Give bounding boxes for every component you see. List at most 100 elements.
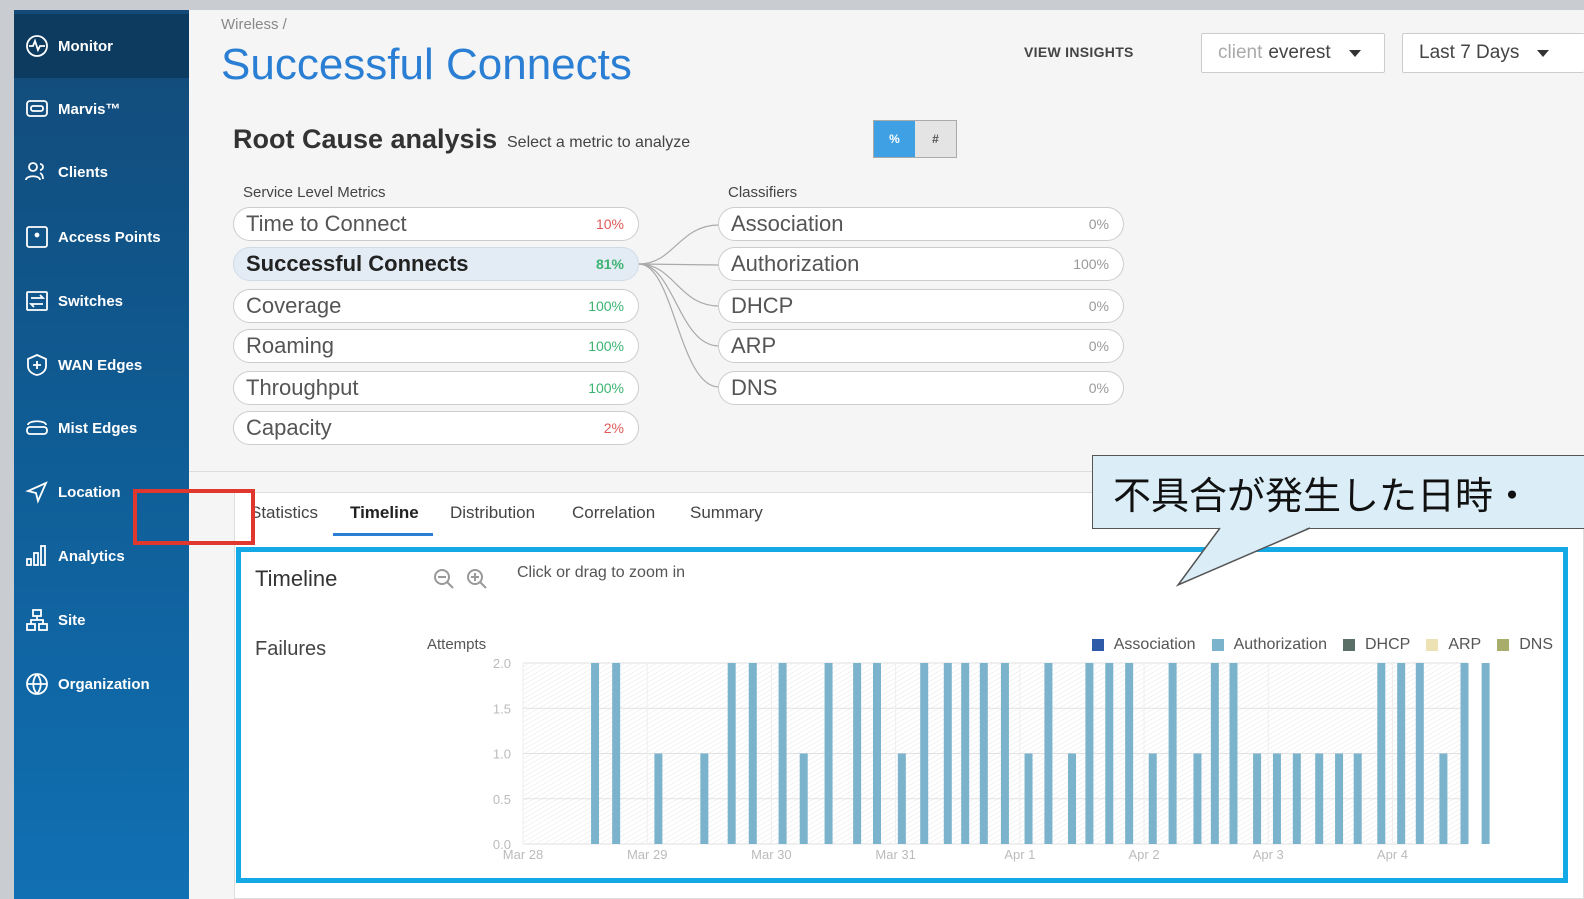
percent-toggle[interactable]: % <box>874 121 915 157</box>
sidebar-item-access-points[interactable]: Access Points <box>14 205 189 269</box>
legend-swatch <box>1091 639 1104 651</box>
classifier-dhcp[interactable]: DHCP 0% <box>718 289 1124 323</box>
chart-bar <box>1148 753 1157 844</box>
sidebar-item-clients[interactable]: Clients <box>14 140 189 204</box>
chart-bar <box>1105 663 1114 844</box>
metric-connector-lines <box>638 224 720 388</box>
sidebar: Monitor Marvis™ Clients Access Points Switch… <box>14 10 189 899</box>
chart-bar <box>824 663 833 844</box>
sidebar-item-monitor[interactable]: Monitor <box>14 14 189 78</box>
timeline-chart[interactable]: 0.00.51.01.52.0Mar 28 Mar 29 Mar 30 Mar 31 A… <box>241 552 1563 878</box>
x-tick-label: Apr 4 <box>1377 847 1408 862</box>
metric-successful-connects[interactable]: Successful Connects 81% <box>233 247 639 281</box>
metric-label: Capacity <box>246 415 332 440</box>
legend-swatch <box>1342 639 1355 651</box>
x-tick-label: Apr 1 <box>1004 847 1035 862</box>
chart-bar <box>897 753 906 844</box>
chart-bar <box>1272 753 1281 844</box>
failures-label: Failures <box>255 638 327 660</box>
classifier-dns[interactable]: DNS 0% <box>718 371 1124 405</box>
legend-item-dhcp[interactable]: DHCP <box>1342 636 1411 654</box>
sidebar-item-organization[interactable]: Organization <box>14 652 189 716</box>
chart-bar <box>1415 663 1424 844</box>
sidebar-item-wan-edges[interactable]: WAN Edges <box>14 333 189 397</box>
classifier-value: 0% <box>1088 380 1109 396</box>
count-toggle[interactable]: # <box>915 121 956 157</box>
sidebar-item-site[interactable]: Site <box>14 588 189 652</box>
tab-timeline[interactable]: Timeline <box>350 503 419 523</box>
sidebar-item-label: Location <box>58 483 121 501</box>
tab-summary[interactable]: Summary <box>690 503 763 523</box>
site-icon <box>24 607 50 633</box>
y-tick-label: 1.0 <box>493 747 511 762</box>
client-value: everest <box>1268 42 1331 63</box>
zoom-out-icon[interactable] <box>433 568 455 590</box>
chart-bar <box>1292 753 1301 844</box>
slm-label: Service Level Metrics <box>243 184 386 201</box>
window-left-frame <box>0 0 14 899</box>
classifier-arp[interactable]: ARP 0% <box>718 329 1124 363</box>
chart-bar <box>920 663 929 844</box>
metric-roaming[interactable]: Roaming 100% <box>233 329 639 363</box>
chart-bar <box>1353 753 1362 844</box>
chart-bar <box>1024 753 1033 844</box>
unit-toggle: % # <box>873 120 957 158</box>
chart-bar <box>1253 753 1262 844</box>
metric-coverage[interactable]: Coverage 100% <box>233 289 639 323</box>
sidebar-item-label: Monitor <box>58 37 113 55</box>
x-tick-label: Mar 30 <box>751 847 791 862</box>
chart-bar <box>1125 663 1134 844</box>
zoom-in-icon[interactable] <box>466 568 488 590</box>
metric-capacity[interactable]: Capacity 2% <box>233 411 639 445</box>
chart-bar <box>873 663 881 844</box>
sidebar-item-label: Marvis™ <box>58 100 121 118</box>
metric-value: 100% <box>588 338 624 354</box>
legend-item-dns[interactable]: DNS <box>1497 636 1553 654</box>
rca-subtitle: Select a metric to analyze <box>507 134 691 151</box>
chart-bar <box>943 663 952 844</box>
legend-item-association[interactable]: Association <box>1091 636 1196 654</box>
view-insights-link[interactable]: VIEW INSIGHTS <box>1024 44 1134 60</box>
chart-bar <box>1044 663 1053 844</box>
active-tab-indicator <box>333 533 433 536</box>
legend-item-authorization[interactable]: Authorization <box>1211 636 1327 654</box>
breadcrumb[interactable]: Wireless / <box>221 16 287 33</box>
classifier-association[interactable]: Association 0% <box>718 207 1124 241</box>
classifier-authorization[interactable]: Authorization 100% <box>718 247 1124 281</box>
classifier-label: Authorization <box>731 251 860 276</box>
legend-label: DHCP <box>1364 636 1411 653</box>
tab-highlight-box <box>133 489 255 545</box>
legend-item-arp[interactable]: ARP <box>1426 636 1481 654</box>
chart-legend: Association Authorization DHCP ARP DNS <box>1076 636 1553 654</box>
metric-value: 100% <box>588 380 624 396</box>
switch-icon <box>24 288 50 314</box>
metric-value: 81% <box>595 256 624 272</box>
wan-edge-icon <box>24 352 50 378</box>
metric-throughput[interactable]: Throughput 100% <box>233 371 639 405</box>
x-tick-label: Mar 29 <box>627 847 667 862</box>
time-range-dropdown[interactable]: Last 7 Days <box>1402 33 1584 73</box>
tab-correlation[interactable]: Correlation <box>572 503 655 523</box>
sidebar-item-label: Site <box>58 611 86 629</box>
chart-bar <box>1229 663 1238 844</box>
classifier-label: Association <box>731 211 844 236</box>
tab-distribution[interactable]: Distribution <box>450 503 535 523</box>
metric-time-to-connect[interactable]: Time to Connect 10% <box>233 207 639 241</box>
organization-icon <box>24 671 50 697</box>
y-axis-title: Attempts <box>427 636 487 653</box>
clients-icon <box>24 159 50 185</box>
chart-bar <box>1397 663 1406 844</box>
legend-label: Authorization <box>1233 636 1327 653</box>
chart-bar <box>700 753 709 844</box>
page-title: Successful Connects <box>221 40 632 89</box>
sidebar-item-label: Mist Edges <box>58 419 138 437</box>
tab-statistics[interactable]: Statistics <box>250 503 318 523</box>
sidebar-item-marvis[interactable]: Marvis™ <box>14 77 189 141</box>
sidebar-item-switches[interactable]: Switches <box>14 269 189 333</box>
chart-bar <box>1377 663 1386 844</box>
classifier-label: DHCP <box>731 293 794 318</box>
analytics-icon <box>24 543 50 569</box>
sidebar-item-mist-edges[interactable]: Mist Edges <box>14 396 189 460</box>
client-dropdown[interactable]: client everest <box>1201 33 1385 73</box>
legend-swatch <box>1497 639 1510 651</box>
